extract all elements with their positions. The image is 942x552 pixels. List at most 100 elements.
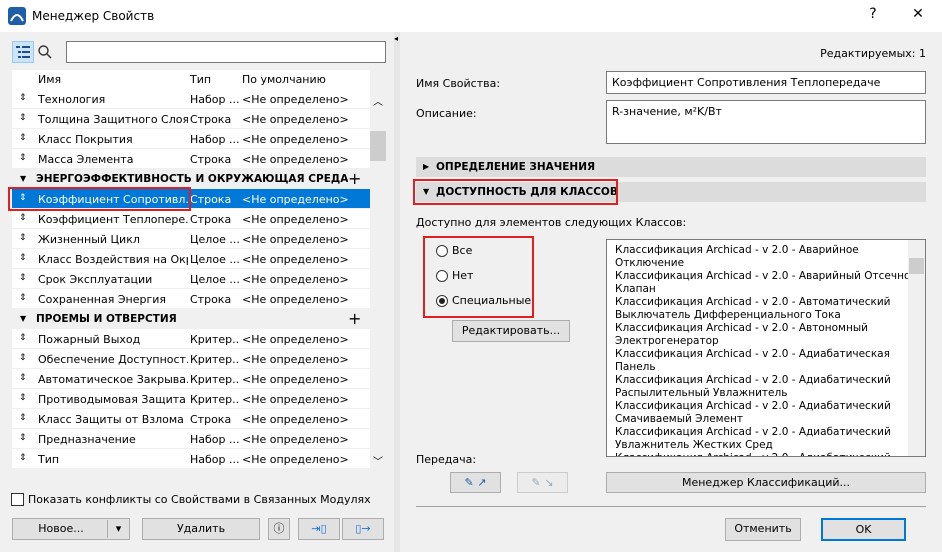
column-type[interactable]: Тип	[190, 73, 211, 86]
table-row[interactable]: ⇕ Коэффициент Теплопере... Строка <Не опред…	[12, 209, 370, 229]
table-row[interactable]: ⇕ Автоматическое Закрыва... Критер... <Не о…	[12, 369, 370, 389]
table-row[interactable]: ⇕ Противодымовая Защита Критер... <Не опред…	[12, 389, 370, 409]
collapse-icon[interactable]: ▼	[20, 314, 26, 323]
drag-handle-icon[interactable]: ⇕	[19, 433, 27, 443]
group-row[interactable]: ▼ ЭНЕРГОЭФФЕКТИВНОСТЬ И ОКРУЖАЮЩАЯ СРЕДА +	[12, 169, 370, 189]
class-item[interactable]: Классификация Archicad - v 2.0 - Аварийн…	[611, 244, 907, 257]
class-item[interactable]: Панель	[611, 361, 907, 374]
class-item[interactable]: Электрогенератор	[611, 335, 907, 348]
close-button[interactable]: ✕	[903, 6, 933, 22]
property-name: Толщина Защитного Слоя...	[38, 113, 188, 126]
description-input[interactable]: R-значение, м²K/Вт	[606, 100, 926, 144]
table-row[interactable]: ⇕ Жизненный Цикл Целое ... <Не определено>	[12, 229, 370, 249]
drag-handle-icon[interactable]: ⇕	[19, 273, 27, 283]
class-item[interactable]: Классификация Archicad - v 2.0 - Аварийн…	[611, 270, 917, 283]
search-icon[interactable]	[37, 44, 53, 60]
group-row[interactable]: ▼НАПОЛЬНЫЕ ПОКРЫТИЯ+	[12, 469, 370, 470]
class-item[interactable]: Классификация Archicad - v 2.0 - Автомат…	[611, 296, 907, 309]
collapse-icon[interactable]: ▼	[20, 174, 26, 183]
drag-handle-icon[interactable]: ⇕	[19, 453, 27, 463]
class-item[interactable]: Классификация Archicad - v 2.0 - Адиабат…	[611, 374, 907, 387]
new-button[interactable]: Новое... ▾	[12, 518, 130, 540]
edit-classes-button[interactable]: Редактировать...	[452, 320, 570, 342]
class-item[interactable]: Увлажнитель Жестких Сред	[611, 439, 907, 452]
table-scrollbar[interactable]: ︿ ﹀	[370, 89, 386, 470]
drag-handle-icon[interactable]: ⇕	[19, 153, 27, 163]
class-item[interactable]: Клапан	[611, 283, 907, 296]
table-row[interactable]: ⇕ Класс Покрытия Набор ... <Не определено>	[12, 129, 370, 149]
drag-handle-icon[interactable]: ⇕	[19, 233, 27, 243]
property-name-input[interactable]: Коэффициент Сопротивления Теплопередаче	[606, 71, 926, 94]
table-row[interactable]: ⇕ Технология Набор ... <Не определено>	[12, 89, 370, 109]
table-row[interactable]: ⇕ Масса Элемента Строка <Не определено>	[12, 149, 370, 169]
add-icon[interactable]: +	[348, 169, 361, 188]
scroll-down-icon[interactable]: ﹀	[373, 453, 383, 468]
property-default: <Не определено>	[242, 273, 349, 286]
table-row[interactable]: ⇕ Пожарный Выход Критер... <Не определено>	[12, 329, 370, 349]
panel-splitter[interactable]: ◂	[394, 32, 400, 552]
drag-handle-icon[interactable]: ⇕	[19, 393, 27, 403]
new-dropdown-icon[interactable]: ▾	[107, 520, 129, 538]
transfer-pick-button[interactable]: ✎ ↗	[450, 472, 501, 493]
drag-handle-icon[interactable]: ⇕	[19, 413, 27, 423]
class-item[interactable]: Отключение	[611, 257, 907, 270]
table-row[interactable]: ⇕ Класс Воздействия на Окр... Целое ... <Не…	[12, 249, 370, 269]
show-conflicts-checkbox[interactable]	[11, 493, 24, 506]
table-row[interactable]: ⇕ Предназначение Набор ... <Не определено>	[12, 429, 370, 449]
column-default[interactable]: По умолчанию	[242, 73, 326, 86]
drag-handle-icon[interactable]: ⇕	[19, 113, 27, 123]
cancel-button[interactable]: Отменить	[725, 518, 801, 541]
table-row[interactable]: ⇕ Обеспечение Доступност... Критер... <Не о…	[12, 349, 370, 369]
column-name[interactable]: Имя	[38, 73, 61, 86]
table-row[interactable]: ⇕ Сохраненная Энергия Строка <Не определено…	[12, 289, 370, 309]
transfer-inject-button[interactable]: ✎ ↘	[517, 472, 568, 493]
search-input[interactable]	[66, 41, 386, 63]
export-icon[interactable]: ▯→	[342, 518, 384, 540]
property-name: Класс Защиты от Взлома	[38, 413, 184, 426]
table-row[interactable]: ⇕ Класс Защиты от Взлома Строка <Не определ…	[12, 409, 370, 429]
scroll-up-icon[interactable]: ︿	[373, 93, 383, 108]
table-row[interactable]: ⇕ Тип Набор ... <Не определено>	[12, 449, 370, 469]
group-row[interactable]: ▼ ПРОЕМЫ И ОТВЕРСТИЯ +	[12, 309, 370, 329]
table-row[interactable]: ⇕ Срок Эксплуатации Целое ... <Не определен…	[12, 269, 370, 289]
class-item[interactable]: Классификация Archicad - v 2.0 - Адиабат…	[611, 426, 907, 439]
scroll-thumb[interactable]	[370, 131, 386, 161]
classes-list[interactable]: Классификация Archicad - v 2.0 - Аварийн…	[606, 239, 926, 457]
drag-handle-icon[interactable]: ⇕	[19, 93, 27, 103]
window-title: Менеджер Свойств	[32, 9, 155, 23]
drag-handle-icon[interactable]: ⇕	[19, 353, 27, 363]
info-icon[interactable]: ⓘ	[268, 518, 290, 540]
property-type: Строка	[190, 293, 232, 306]
property-default: <Не определено>	[242, 373, 349, 386]
classification-manager-button[interactable]: Менеджер Классификаций...	[606, 472, 926, 493]
classes-scroll-thumb[interactable]	[909, 258, 924, 274]
drag-handle-icon[interactable]: ⇕	[19, 133, 27, 143]
property-default: <Не определено>	[242, 193, 349, 206]
class-item[interactable]: Распылительный Увлажнитель	[611, 387, 907, 400]
drag-handle-icon[interactable]: ⇕	[19, 373, 27, 383]
property-default: <Не определено>	[242, 153, 349, 166]
drag-handle-icon[interactable]: ⇕	[19, 253, 27, 263]
add-icon[interactable]: +	[348, 309, 361, 328]
table-row[interactable]: ⇕ Толщина Защитного Слоя... Строка <Не опре…	[12, 109, 370, 129]
ok-button[interactable]: OK	[821, 518, 906, 541]
highlight-selected-row	[8, 187, 191, 211]
class-item[interactable]: Классификация Archicad - v 2.0 - Адиабат…	[611, 348, 907, 361]
property-default: <Не определено>	[242, 253, 349, 266]
help-button[interactable]: ?	[858, 6, 888, 22]
class-item[interactable]: Классификация Archicad - v 2.0 - Адиабат…	[611, 400, 907, 413]
class-item[interactable]: Классификация Archicad - v 2.0 - Автоном…	[611, 322, 907, 335]
import-icon[interactable]: ⇥▯	[298, 518, 340, 540]
drag-handle-icon[interactable]: ⇕	[19, 293, 27, 303]
class-item[interactable]: Классификация Archicad - v 2.0 - Адиабат…	[611, 452, 907, 456]
class-item[interactable]: Выключатель Дифференциального Тока	[611, 309, 907, 322]
delete-button[interactable]: Удалить	[142, 518, 260, 540]
class-item[interactable]: Смачиваемый Элемент	[611, 413, 907, 426]
drag-handle-icon[interactable]: ⇕	[19, 333, 27, 343]
add-icon[interactable]: +	[348, 469, 361, 470]
drag-handle-icon[interactable]: ⇕	[19, 213, 27, 223]
tree-view-toggle-icon[interactable]	[12, 41, 34, 63]
section-value-definition[interactable]: ▶ ОПРЕДЕЛЕНИЕ ЗНАЧЕНИЯ	[416, 157, 926, 177]
property-default: <Не определено>	[242, 93, 349, 106]
property-default: <Не определено>	[242, 453, 349, 466]
